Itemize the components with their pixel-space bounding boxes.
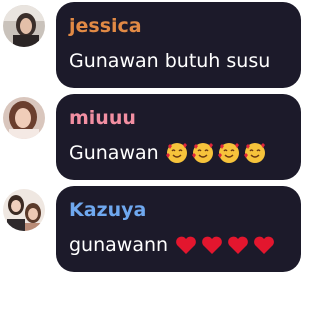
message-text: gunawann ❤️❤️❤️❤️ (69, 232, 301, 258)
red-heart-icon (254, 236, 274, 254)
user-avatar[interactable] (3, 5, 45, 47)
user-photo-avatar-icon (3, 5, 45, 47)
message-body: Gunawan butuh susu (69, 50, 271, 72)
chat-message: miuuu Gunawan 🥰🥰🥰🥰 (0, 92, 302, 180)
user-avatar[interactable] (3, 97, 45, 139)
user-photo-avatar-icon (3, 189, 45, 231)
smiling-face-with-hearts-icon (191, 143, 213, 163)
emoji-row (174, 233, 276, 257)
message-body: Gunawan (69, 142, 159, 164)
red-heart-icon (176, 236, 196, 254)
user-avatar[interactable] (3, 189, 45, 231)
message-bubble[interactable]: miuuu Gunawan 🥰🥰🥰🥰 (56, 94, 301, 180)
red-heart-icon (228, 236, 248, 254)
user-photo-avatar-icon (3, 97, 45, 139)
red-heart-icon (202, 236, 222, 254)
chat-message: Kazuya gunawann ❤️❤️❤️❤️ (0, 184, 302, 272)
message-body: gunawann (69, 234, 169, 256)
chat-message: jessica Gunawan butuh susu (0, 0, 302, 88)
message-bubble[interactable]: jessica Gunawan butuh susu (56, 2, 301, 88)
smiling-face-with-hearts-icon (243, 143, 265, 163)
message-text: Gunawan 🥰🥰🥰🥰 (69, 140, 301, 166)
smiling-face-with-hearts-icon (165, 143, 187, 163)
message-bubble[interactable]: Kazuya gunawann ❤️❤️❤️❤️ (56, 186, 301, 272)
username[interactable]: jessica (69, 14, 301, 40)
smiling-face-with-hearts-icon (217, 143, 239, 163)
username[interactable]: Kazuya (69, 198, 301, 224)
message-text: Gunawan butuh susu (69, 48, 301, 74)
username[interactable]: miuuu (69, 106, 301, 132)
emoji-row (165, 141, 267, 165)
